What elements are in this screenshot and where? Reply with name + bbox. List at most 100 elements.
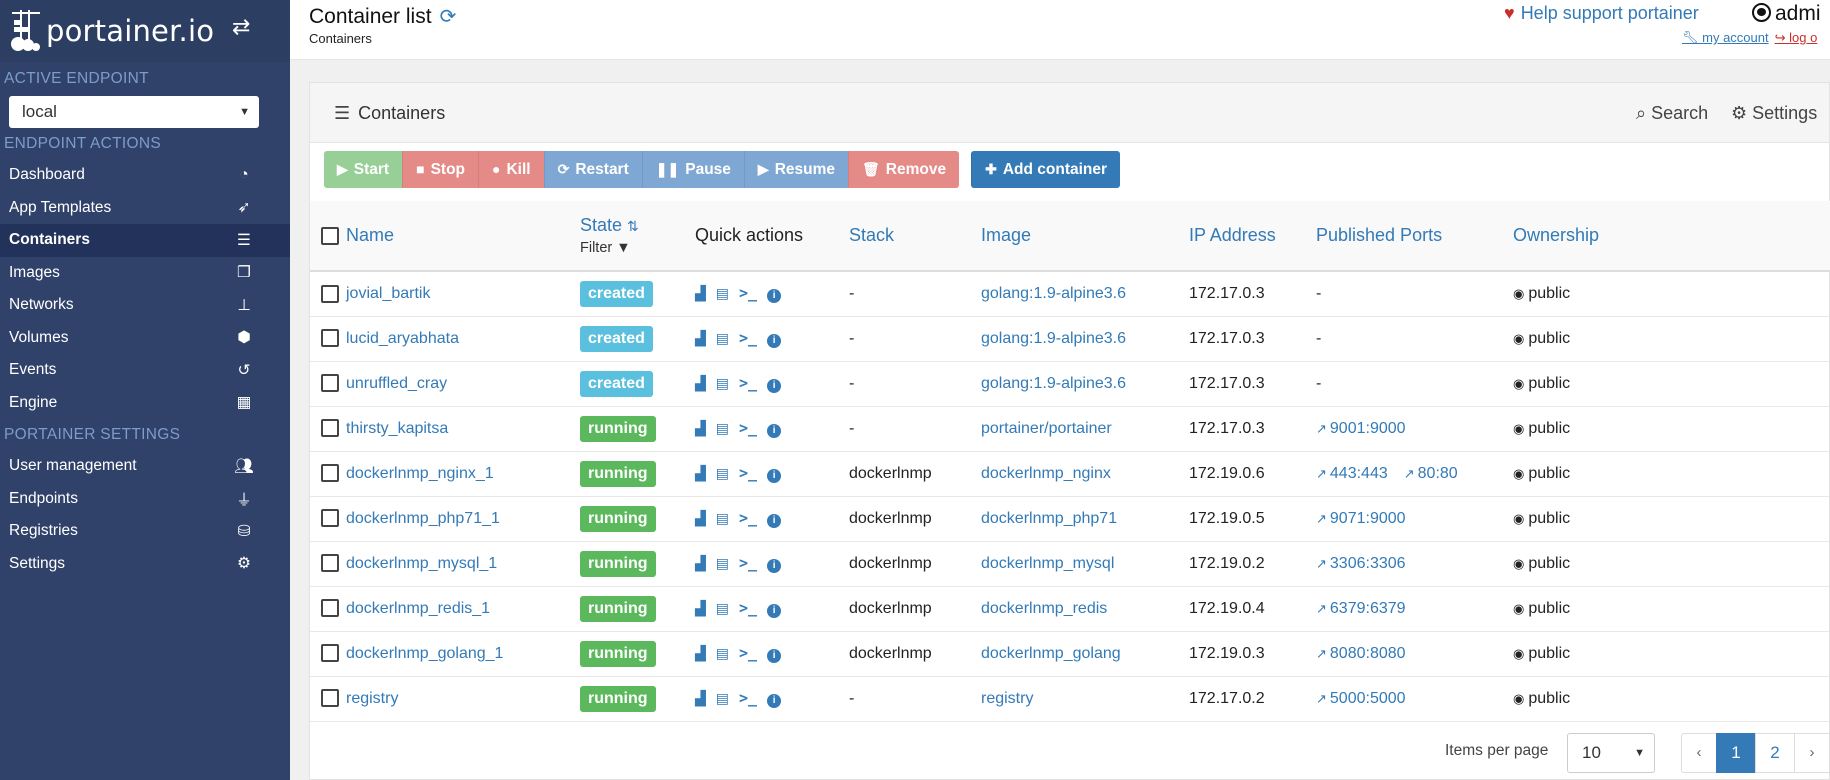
sidebar-item-networks[interactable]: Networks ⊥ bbox=[0, 289, 290, 322]
row-checkbox[interactable] bbox=[321, 419, 339, 438]
my-account-link[interactable]: 🔧︎ my account bbox=[1682, 30, 1769, 45]
row-checkbox[interactable] bbox=[321, 464, 339, 483]
console-icon[interactable]: >_ bbox=[739, 374, 757, 392]
container-name-link[interactable]: registry bbox=[346, 690, 398, 707]
endpoint-select[interactable]: local ▼ bbox=[9, 96, 259, 128]
add-container-button[interactable]: ✚ Add container bbox=[971, 151, 1121, 188]
state-column-header[interactable]: State ⇅ Filter ▼ bbox=[580, 201, 695, 271]
published-port-link[interactable]: ↗ 6379:6379 bbox=[1316, 600, 1406, 617]
published-port-link[interactable]: ↗ 443:443 bbox=[1316, 465, 1388, 482]
start-button[interactable]: ▶ Start bbox=[324, 151, 403, 188]
image-link[interactable]: registry bbox=[981, 690, 1033, 707]
inspect-icon[interactable]: i bbox=[767, 334, 782, 348]
resume-button[interactable]: ▶ Resume bbox=[743, 151, 848, 188]
console-icon[interactable]: >_ bbox=[739, 689, 757, 707]
row-checkbox[interactable] bbox=[321, 284, 339, 303]
inspect-icon[interactable]: i bbox=[767, 649, 782, 663]
sidebar-item-user-management[interactable]: User management 👥︎ bbox=[0, 450, 290, 483]
stats-icon[interactable]: ▟ bbox=[695, 420, 706, 437]
console-icon[interactable]: >_ bbox=[739, 554, 757, 572]
container-name-link[interactable]: jovial_bartik bbox=[346, 285, 430, 302]
stats-icon[interactable]: ▟ bbox=[695, 690, 706, 707]
inspect-icon[interactable]: i bbox=[767, 559, 782, 573]
container-name-link[interactable]: dockerlnmp_golang_1 bbox=[346, 645, 503, 662]
inspect-icon[interactable]: i bbox=[767, 514, 782, 528]
select-all-checkbox[interactable] bbox=[321, 227, 339, 246]
sidebar-item-endpoints[interactable]: Endpoints ⏚ bbox=[0, 483, 290, 516]
name-column-header[interactable]: Name bbox=[346, 201, 580, 271]
stats-icon[interactable]: ▟ bbox=[695, 465, 706, 482]
image-column-header[interactable]: Image bbox=[981, 201, 1189, 271]
image-link[interactable]: golang:1.9-alpine3.6 bbox=[981, 375, 1126, 392]
log-out-link[interactable]: ↪ log o bbox=[1775, 30, 1818, 45]
logs-icon[interactable]: ▤ bbox=[716, 510, 729, 527]
items-per-page-select[interactable]: 10 ▼ bbox=[1567, 733, 1655, 773]
inspect-icon[interactable]: i bbox=[767, 694, 782, 708]
logs-icon[interactable]: ▤ bbox=[716, 690, 729, 707]
logs-icon[interactable]: ▤ bbox=[716, 600, 729, 617]
search-button[interactable]: ⌕ Search bbox=[1636, 103, 1708, 124]
restart-button[interactable]: ⟳ Restart bbox=[543, 151, 642, 188]
logs-icon[interactable]: ▤ bbox=[716, 645, 729, 662]
pause-button[interactable]: ❚❚ Pause bbox=[641, 151, 744, 188]
console-icon[interactable]: >_ bbox=[739, 599, 757, 617]
prev-page-button[interactable]: ‹ bbox=[1681, 733, 1717, 773]
refresh-icon[interactable]: ⟳ bbox=[440, 6, 457, 28]
console-icon[interactable]: >_ bbox=[739, 284, 757, 302]
logs-icon[interactable]: ▤ bbox=[716, 555, 729, 572]
published-port-link[interactable]: ↗ 3306:3306 bbox=[1316, 555, 1406, 572]
stack-column-header[interactable]: Stack bbox=[849, 201, 981, 271]
row-checkbox[interactable] bbox=[321, 554, 339, 573]
row-checkbox[interactable] bbox=[321, 509, 339, 528]
container-name-link[interactable]: thirsty_kapitsa bbox=[346, 420, 448, 437]
image-link[interactable]: dockerlnmp_mysql bbox=[981, 555, 1114, 572]
stats-icon[interactable]: ▟ bbox=[695, 375, 706, 392]
published-port-link[interactable]: ↗ 5000:5000 bbox=[1316, 690, 1406, 707]
row-checkbox[interactable] bbox=[321, 689, 339, 708]
remove-button[interactable]: 🗑︎ Remove bbox=[848, 151, 960, 188]
logs-icon[interactable]: ▤ bbox=[716, 420, 729, 437]
next-page-button[interactable]: › bbox=[1794, 733, 1830, 773]
console-icon[interactable]: >_ bbox=[739, 509, 757, 527]
logs-icon[interactable]: ▤ bbox=[716, 465, 729, 482]
container-name-link[interactable]: dockerlnmp_mysql_1 bbox=[346, 555, 497, 572]
inspect-icon[interactable]: i bbox=[767, 604, 782, 618]
image-link[interactable]: portainer/portainer bbox=[981, 420, 1112, 437]
published-port-link[interactable]: ↗ 9001:9000 bbox=[1316, 420, 1406, 437]
table-settings-button[interactable]: ⚙ Settings bbox=[1731, 103, 1817, 124]
published-port-link[interactable]: ↗ 8080:8080 bbox=[1316, 645, 1406, 662]
published-port-link[interactable]: ↗ 9071:9000 bbox=[1316, 510, 1406, 527]
logs-icon[interactable]: ▤ bbox=[716, 330, 729, 347]
row-checkbox[interactable] bbox=[321, 644, 339, 663]
console-icon[interactable]: >_ bbox=[739, 329, 757, 347]
console-icon[interactable]: >_ bbox=[739, 644, 757, 662]
logs-icon[interactable]: ▤ bbox=[716, 285, 729, 302]
stats-icon[interactable]: ▟ bbox=[695, 645, 706, 662]
ownership-column-header[interactable]: Ownership bbox=[1513, 201, 1830, 271]
console-icon[interactable]: >_ bbox=[739, 419, 757, 437]
sidebar-item-app-templates[interactable]: App Templates ➶ bbox=[0, 192, 290, 225]
stats-icon[interactable]: ▟ bbox=[695, 555, 706, 572]
console-icon[interactable]: >_ bbox=[739, 464, 757, 482]
brand[interactable]: portainer.io ⇄ bbox=[0, 0, 290, 62]
stats-icon[interactable]: ▟ bbox=[695, 285, 706, 302]
image-link[interactable]: golang:1.9-alpine3.6 bbox=[981, 285, 1126, 302]
ports-column-header[interactable]: Published Ports bbox=[1316, 201, 1513, 271]
sidebar-item-registries[interactable]: Registries ⛁ bbox=[0, 515, 290, 548]
ip-column-header[interactable]: IP Address bbox=[1189, 201, 1316, 271]
stats-icon[interactable]: ▟ bbox=[695, 510, 706, 527]
stats-icon[interactable]: ▟ bbox=[695, 330, 706, 347]
inspect-icon[interactable]: i bbox=[767, 469, 782, 483]
image-link[interactable]: golang:1.9-alpine3.6 bbox=[981, 330, 1126, 347]
container-name-link[interactable]: dockerlnmp_redis_1 bbox=[346, 600, 490, 617]
row-checkbox[interactable] bbox=[321, 599, 339, 618]
container-name-link[interactable]: dockerlnmp_nginx_1 bbox=[346, 465, 494, 482]
container-name-link[interactable]: lucid_aryabhata bbox=[346, 330, 459, 347]
sidebar-item-images[interactable]: Images ❐ bbox=[0, 257, 290, 290]
inspect-icon[interactable]: i bbox=[767, 379, 782, 393]
exchange-icon[interactable]: ⇄ bbox=[232, 14, 250, 40]
inspect-icon[interactable]: i bbox=[767, 424, 782, 438]
sidebar-item-events[interactable]: Events ↺ bbox=[0, 354, 290, 387]
published-port-link[interactable]: ↗ 80:80 bbox=[1404, 465, 1458, 482]
sidebar-item-dashboard[interactable]: Dashboard ◔ bbox=[0, 159, 290, 192]
